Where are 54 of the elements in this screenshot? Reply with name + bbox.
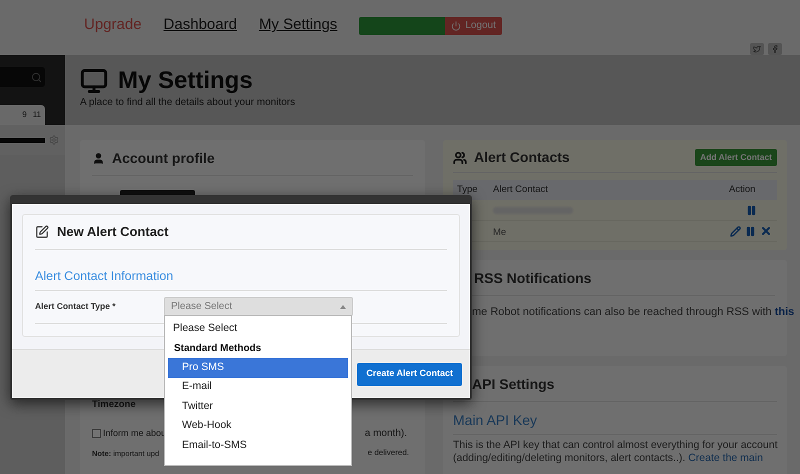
facebook-icon[interactable] (768, 43, 782, 55)
card-title: Alert Contacts (474, 148, 570, 167)
calendar-day[interactable]: 11 (32, 109, 41, 121)
settings-icon[interactable] (49, 135, 59, 145)
table-cell: Me (493, 227, 506, 238)
user-icon (92, 152, 105, 165)
dropdown-option[interactable]: Email-to-SMS (168, 436, 348, 456)
power-icon (451, 20, 462, 30)
option-group-label: Standard Methods (173, 342, 262, 356)
pause-icon[interactable] (746, 204, 756, 216)
page-title: My Settings (118, 66, 253, 96)
create-alert-contact-button[interactable]: Create Alert Contact (357, 362, 462, 386)
card-title: RSS Notifications (474, 269, 592, 288)
newsletter-checkbox[interactable] (92, 429, 101, 438)
upgrade-link[interactable]: Upgrade (84, 14, 142, 37)
search-field[interactable] (0, 67, 45, 87)
note-text: e delivered. (368, 447, 409, 460)
column-header: Type (457, 182, 479, 197)
section-heading: Main API Key (453, 410, 777, 435)
nav-link[interactable]: Dashboard (164, 14, 237, 37)
field-label: Alert Contact Type * (35, 300, 117, 314)
edit-icon[interactable] (730, 226, 741, 236)
search-icon (31, 72, 42, 82)
monitor-icon (80, 67, 108, 95)
column-header: Alert Contact (493, 182, 549, 197)
card-title: API Settings (472, 375, 554, 394)
nav-link[interactable]: My Settings (258, 14, 338, 37)
dropdown-option[interactable]: Twitter (168, 397, 348, 416)
users-icon (453, 150, 467, 164)
newsletter-label: a month). (364, 427, 407, 442)
type-select[interactable]: Please Select (164, 297, 353, 316)
twitter-icon[interactable] (750, 43, 764, 55)
rss-link[interactable]: this (774, 306, 794, 318)
calendar-day[interactable]: 9 (22, 109, 27, 121)
filter-field[interactable] (0, 138, 45, 142)
caret-icon (340, 304, 346, 309)
section-heading: Alert Contact Information (35, 266, 447, 292)
dropdown-option[interactable]: E-mail (168, 378, 348, 397)
dropdown-option[interactable]: Pro SMS (168, 358, 348, 378)
add-alert-contact-button[interactable]: Add Alert Contact (695, 149, 777, 166)
delete-icon[interactable] (760, 225, 772, 237)
card-title: Account profile (112, 149, 215, 168)
dropdown-option[interactable]: Please Select (165, 319, 351, 338)
column-header: Action (729, 182, 756, 197)
api-text: This is the API key that can control almost everything for your account (adding/editing/deleting monitors, alert contacts..). Create the main (453, 439, 778, 465)
edit-icon (35, 224, 49, 239)
modal-title: New Alert Contact (57, 223, 168, 241)
dropdown-option[interactable]: Web-Hook (168, 416, 348, 436)
field-label: Timezone (92, 398, 136, 412)
create-key-link[interactable]: Create the main (688, 452, 763, 464)
calendar-tab[interactable]: 9 11 (0, 105, 45, 125)
logout-button[interactable]: Logout (445, 16, 502, 34)
page-subtitle: A place to find all the details about your monitors (80, 96, 296, 110)
pause-icon[interactable] (745, 226, 756, 236)
